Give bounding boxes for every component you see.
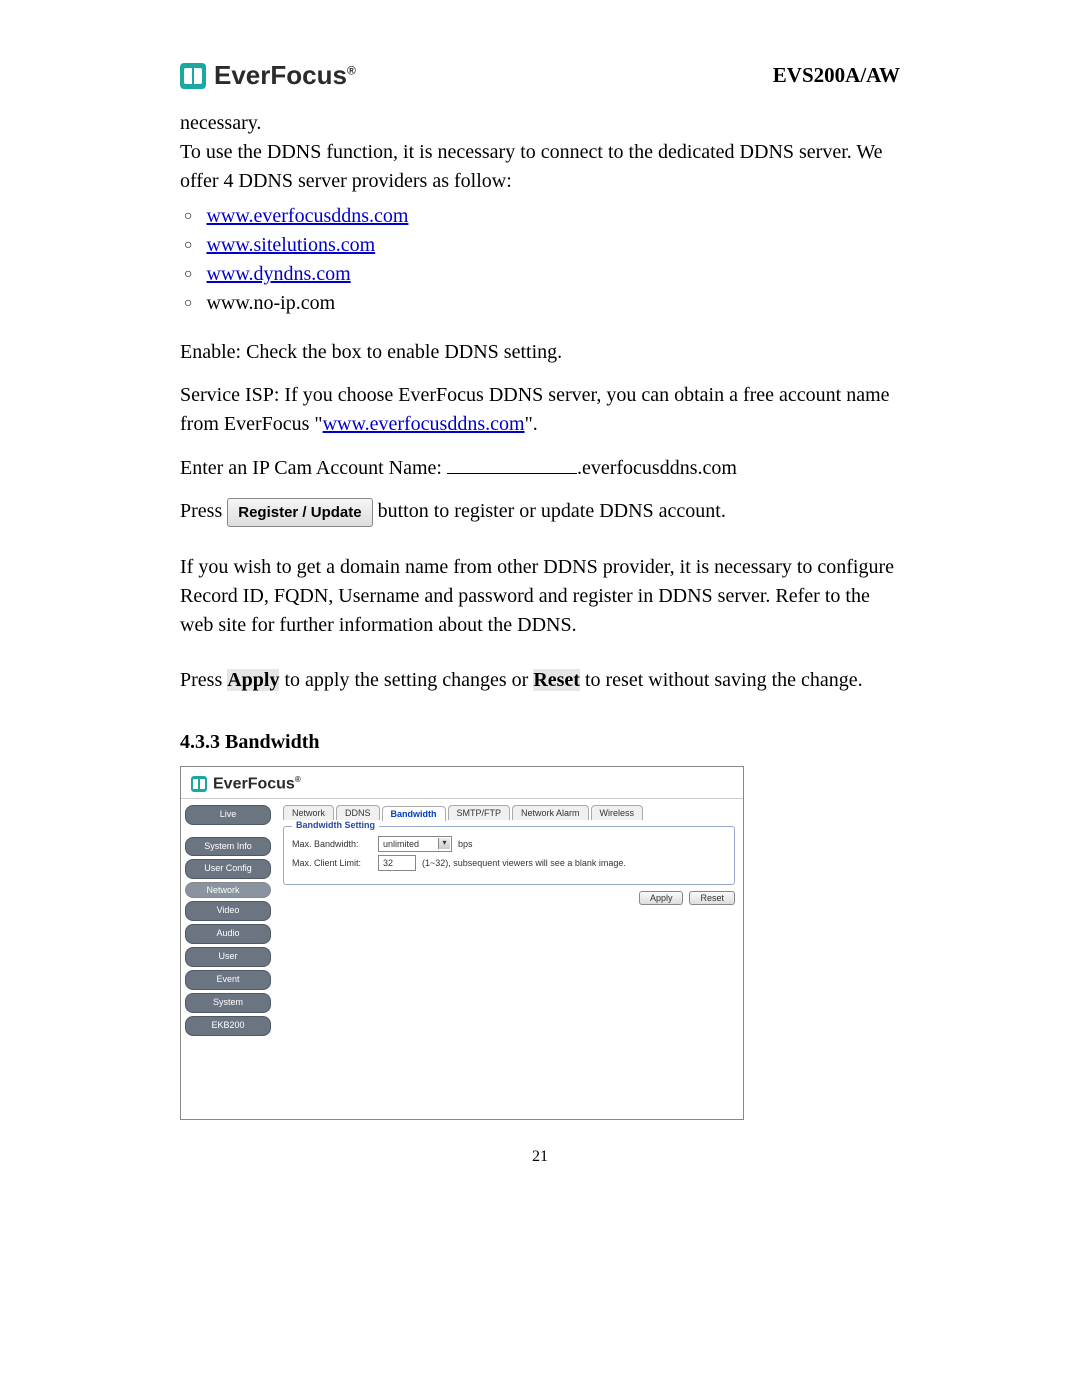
list-item: ○ www.sitelutions.com xyxy=(184,231,900,260)
text: Enter an IP Cam Account Name: xyxy=(180,457,447,479)
tab-bandwidth[interactable]: Bandwidth xyxy=(382,806,446,821)
link-everfocusddns[interactable]: www.everfocusddns.com xyxy=(206,202,408,231)
reset-button[interactable]: Reset xyxy=(689,891,735,905)
paragraph-press-register: Press Register / Update button to regist… xyxy=(180,497,900,527)
paragraph: necessary. xyxy=(180,109,900,138)
sidebar-item-video[interactable]: Video xyxy=(185,901,271,921)
register-update-button[interactable]: Register / Update xyxy=(227,498,372,528)
blank-field xyxy=(447,453,577,474)
label-max-bandwidth: Max. Bandwidth: xyxy=(292,839,372,849)
section-heading-bandwidth: 4.3.3 Bandwidth xyxy=(180,731,900,754)
form-buttons: Apply Reset xyxy=(283,891,735,905)
sidebar-item-userconfig[interactable]: User Config xyxy=(185,859,271,879)
list-item: ○ www.dyndns.com xyxy=(184,260,900,289)
ui-body: Live System Info User Config Network Vid… xyxy=(181,799,743,1119)
select-max-bandwidth[interactable]: unlimited ▾ xyxy=(378,836,452,852)
bullet-icon: ○ xyxy=(184,207,192,227)
model-number: EVS200A/AW xyxy=(773,63,900,88)
sidebar-item-audio[interactable]: Audio xyxy=(185,924,271,944)
tab-networkalarm[interactable]: Network Alarm xyxy=(512,805,589,820)
page-number: 21 xyxy=(180,1148,900,1166)
sidebar-item-event[interactable]: Event xyxy=(185,970,271,990)
registered-mark: ® xyxy=(295,775,301,784)
brand-logo: EverFocus® xyxy=(180,60,356,91)
registered-mark: ® xyxy=(347,63,356,77)
tab-network[interactable]: Network xyxy=(283,805,334,820)
chevron-down-icon: ▾ xyxy=(438,838,450,849)
label-max-client-limit: Max. Client Limit: xyxy=(292,858,372,868)
paragraph-account-name: Enter an IP Cam Account Name: .everfocus… xyxy=(180,453,900,483)
ui-header: EverFocus® xyxy=(181,767,743,798)
input-max-client-limit[interactable]: 32 xyxy=(378,855,416,871)
text: Press xyxy=(180,500,227,522)
list-item: ○ www.everfocusddns.com xyxy=(184,202,900,231)
brand-name: EverFocus xyxy=(214,60,347,90)
row-max-bandwidth: Max. Bandwidth: unlimited ▾ bps xyxy=(292,836,726,852)
text: to apply the setting changes or xyxy=(279,669,533,691)
tab-smtpftp[interactable]: SMTP/FTP xyxy=(448,805,511,820)
ui-brand-text: EverFocus® xyxy=(213,775,301,793)
bullet-icon: ○ xyxy=(184,236,192,256)
ddns-provider-list: ○ www.everfocusddns.com ○ www.sitelution… xyxy=(180,202,900,318)
tab-wireless[interactable]: Wireless xyxy=(591,805,644,820)
tab-ddns[interactable]: DDNS xyxy=(336,805,380,820)
sidebar: Live System Info User Config Network Vid… xyxy=(181,799,275,1119)
body-block: necessary. To use the DDNS function, it … xyxy=(180,109,900,196)
reset-bold: Reset xyxy=(533,669,580,691)
text: Press xyxy=(180,669,227,691)
text: to reset without saving the change. xyxy=(580,669,863,691)
link-everfocusddns-inline[interactable]: www.everfocusddns.com xyxy=(323,413,525,435)
everfocus-icon xyxy=(180,63,206,89)
sidebar-item-live[interactable]: Live xyxy=(185,805,271,825)
link-dyndns[interactable]: www.dyndns.com xyxy=(206,260,350,289)
unit-bps: bps xyxy=(458,839,473,849)
bullet-icon: ○ xyxy=(184,265,192,285)
fieldset-legend: Bandwidth Setting xyxy=(292,820,379,830)
tab-row: Network DDNS Bandwidth SMTP/FTP Network … xyxy=(283,805,735,820)
apply-button[interactable]: Apply xyxy=(639,891,684,905)
hint-max-client-limit: (1~32), subsequent viewers will see a bl… xyxy=(422,858,626,868)
sidebar-item-ekb200[interactable]: EKB200 xyxy=(185,1016,271,1036)
sidebar-item-system[interactable]: System xyxy=(185,993,271,1013)
row-max-client-limit: Max. Client Limit: 32 (1~32), subsequent… xyxy=(292,855,726,871)
page-header: EverFocus® EVS200A/AW xyxy=(180,60,900,91)
paragraph-other-provider: If you wish to get a domain name from ot… xyxy=(180,553,900,640)
brand-text: EverFocus® xyxy=(214,60,356,91)
apply-bold: Apply xyxy=(227,669,279,691)
paragraph-apply-reset: Press Apply to apply the setting changes… xyxy=(180,666,900,695)
bullet-icon: ○ xyxy=(184,294,192,314)
paragraph-enable: Enable: Check the box to enable DDNS set… xyxy=(180,338,900,367)
paragraph: To use the DDNS function, it is necessar… xyxy=(180,138,900,196)
text: ". xyxy=(525,413,538,435)
bandwidth-screenshot: EverFocus® Live System Info User Config … xyxy=(180,766,744,1119)
select-value: unlimited xyxy=(383,839,419,849)
ui-main: Network DDNS Bandwidth SMTP/FTP Network … xyxy=(275,799,743,1119)
paragraph-service-isp: Service ISP: If you choose EverFocus DDN… xyxy=(180,381,900,439)
list-item: ○ www.no-ip.com xyxy=(184,289,900,318)
link-noip: www.no-ip.com xyxy=(206,289,335,318)
sidebar-item-systeminfo[interactable]: System Info xyxy=(185,837,271,857)
link-sitelutions[interactable]: www.sitelutions.com xyxy=(206,231,375,260)
spacer xyxy=(185,828,271,834)
brand-name: EverFocus xyxy=(213,776,295,793)
text: .everfocusddns.com xyxy=(577,457,737,479)
text: button to register or update DDNS accoun… xyxy=(373,500,726,522)
bandwidth-setting-fieldset: Bandwidth Setting Max. Bandwidth: unlimi… xyxy=(283,826,735,885)
sidebar-item-user[interactable]: User xyxy=(185,947,271,967)
sidebar-item-network[interactable]: Network xyxy=(185,882,271,898)
everfocus-icon xyxy=(191,776,207,792)
document-page: EverFocus® EVS200A/AW necessary. To use … xyxy=(0,0,1080,1206)
